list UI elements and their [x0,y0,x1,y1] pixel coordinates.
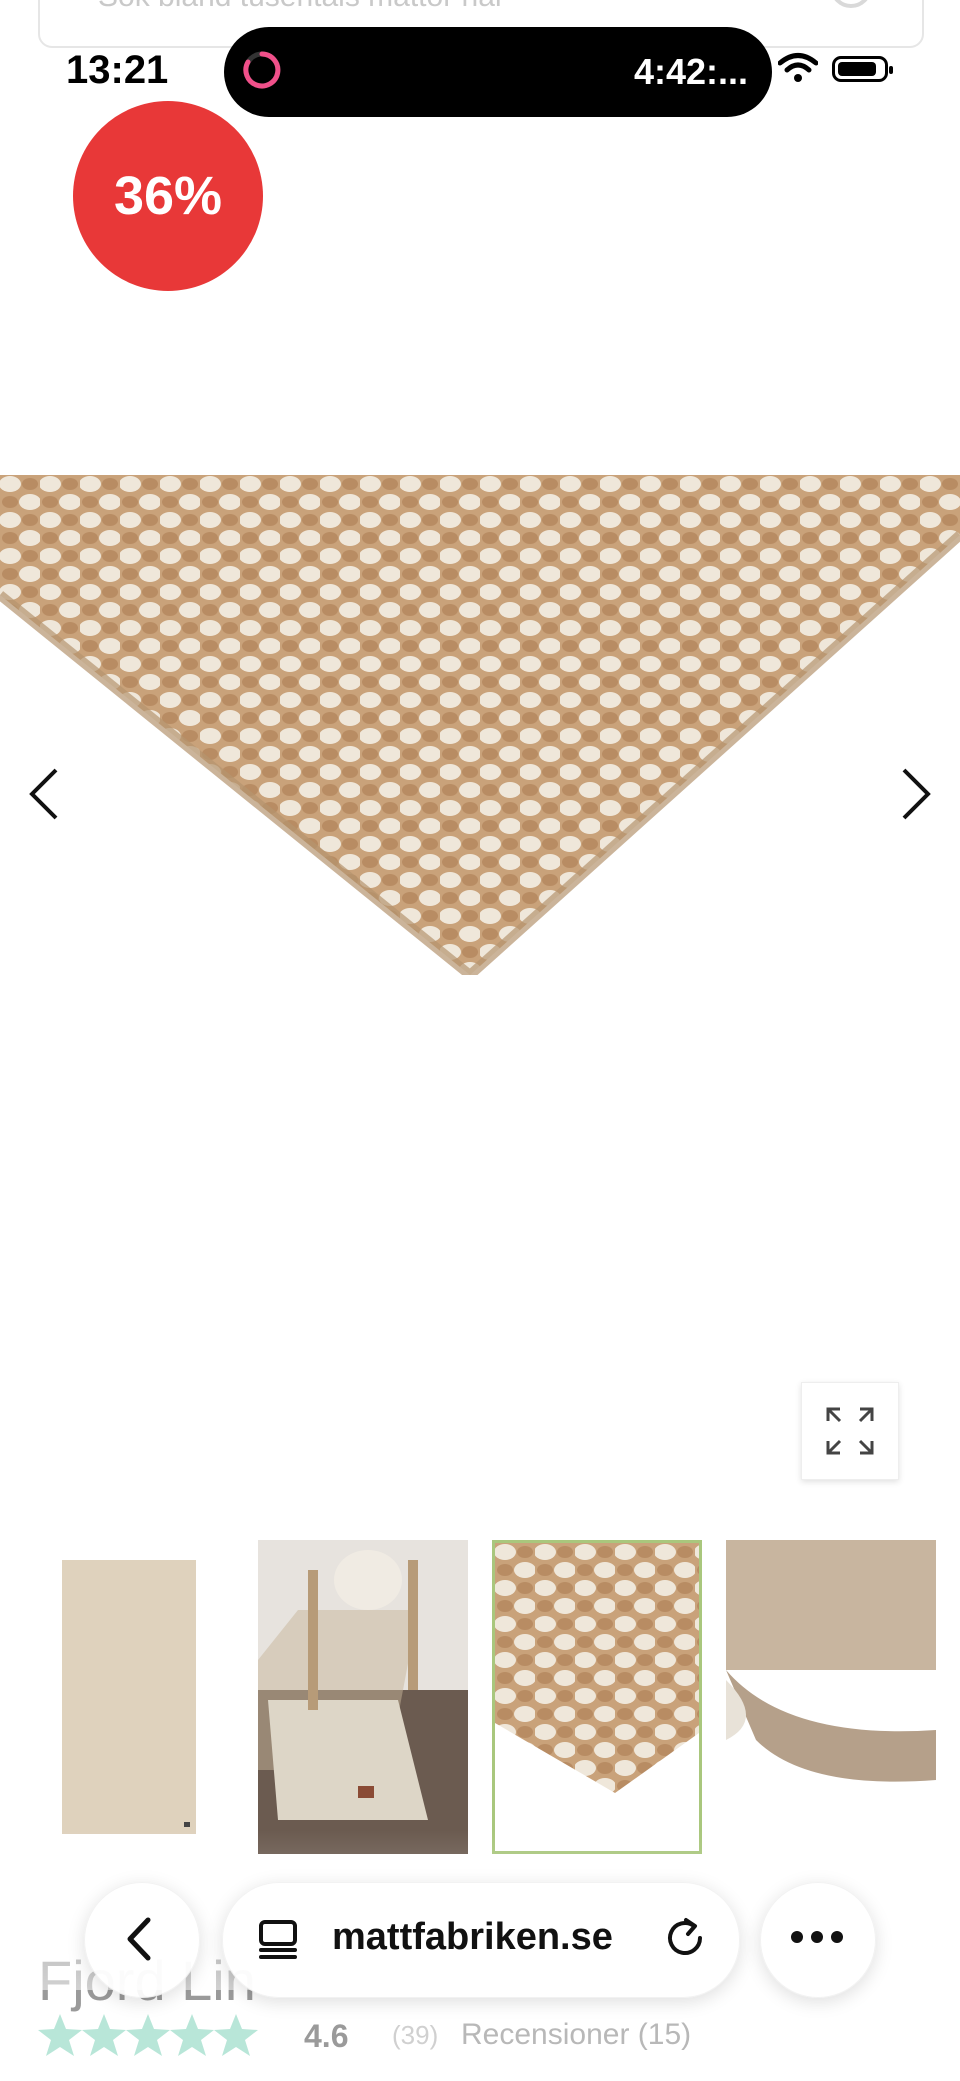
thumbnail-3-selected[interactable] [492,1540,702,1854]
thumbnail-rug-flat-image [40,1540,218,1854]
tabs-icon[interactable] [258,1919,298,1959]
expand-icon [826,1407,874,1455]
address-url[interactable]: mattfabriken.se [332,1916,613,1959]
gallery-prev-arrow[interactable] [24,764,64,824]
search-icon[interactable] [830,0,872,8]
product-main-image[interactable] [0,475,960,975]
thumbnail-2[interactable] [258,1540,468,1854]
reviews-link[interactable]: Recensioner (15) [461,2018,691,2052]
fullscreen-button[interactable] [801,1382,899,1480]
rating-stars [38,2014,258,2056]
reload-icon[interactable] [664,1916,708,1960]
gallery-next-arrow[interactable] [896,764,936,824]
thumbnail-1[interactable] [40,1540,218,1854]
thumbnail-weave-closeup-image [495,1543,699,1851]
ellipsis-icon [791,1931,843,1943]
rating-count: (39) [392,2020,439,2050]
wifi-icon [778,53,818,82]
chevron-left-icon [127,1917,151,1961]
battery-icon [832,56,893,82]
timer-ring-icon [243,51,281,89]
island-timer: 4:42:... [633,51,748,92]
thumbnail-room-image [258,1540,468,1854]
thumbnail-4[interactable] [726,1540,936,1854]
rating-value: 4.6 [304,2018,349,2054]
discount-badge: 36% [73,101,263,291]
dynamic-island[interactable]: 4:42:... [224,27,772,117]
status-time: 13:21 [66,48,169,92]
search-placeholder: Sök bland tusentals mattor här [98,0,505,14]
thumbnail-folded-rug-image [726,1540,936,1854]
